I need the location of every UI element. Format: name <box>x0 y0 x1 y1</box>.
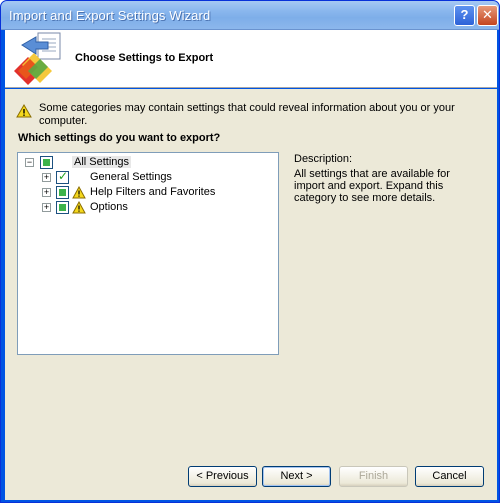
tree-row-all-settings[interactable]: − All Settings <box>18 155 278 170</box>
tree-row-general-settings[interactable]: + ✓ General Settings <box>18 169 278 185</box>
wizard-header: Choose Settings to Export <box>5 30 497 88</box>
window-title: Import and Export Settings Wizard <box>9 8 211 23</box>
description-title: Description: <box>294 153 353 165</box>
cancel-button[interactable]: Cancel <box>415 466 484 487</box>
expand-icon[interactable]: + <box>42 203 51 212</box>
warning-icon <box>72 186 86 199</box>
partial-check-fill <box>43 159 50 166</box>
checkbox-all-settings[interactable] <box>40 156 53 169</box>
checkbox-help-filters[interactable] <box>56 186 69 199</box>
title-bar[interactable]: Import and Export Settings Wizard ? ✕ <box>1 1 499 30</box>
tree-label-general-settings: General Settings <box>90 171 172 183</box>
warning-icon <box>16 104 32 118</box>
next-button[interactable]: Next > <box>262 466 331 487</box>
page-title: Choose Settings to Export <box>75 52 214 64</box>
checkbox-options[interactable] <box>56 201 69 214</box>
help-button[interactable]: ? <box>454 5 475 26</box>
expand-icon[interactable]: + <box>42 173 51 182</box>
tree-row-help-filters[interactable]: + Help Filters and Favorites <box>18 185 278 200</box>
close-button[interactable]: ✕ <box>477 5 498 26</box>
description-text: All settings that are available for impo… <box>294 168 450 204</box>
wizard-window: Import and Export Settings Wizard ? ✕ Ch… <box>0 0 500 503</box>
settings-tree[interactable]: − All Settings + ✓ General Settings + He… <box>17 152 279 355</box>
expand-icon[interactable]: + <box>42 188 51 197</box>
export-question-label: Which settings do you want to export? <box>18 132 221 144</box>
checkmark-icon: ✓ <box>58 169 69 183</box>
tree-label-help-filters: Help Filters and Favorites <box>90 186 216 198</box>
warning-text: Some categories may contain settings tha… <box>39 102 455 127</box>
partial-check-fill <box>59 204 66 211</box>
tree-row-options[interactable]: + Options <box>18 200 278 215</box>
tree-label-all-settings: All Settings <box>72 156 132 168</box>
warning-icon <box>72 201 86 214</box>
previous-button[interactable]: < Previous <box>188 466 257 487</box>
tree-label-options: Options <box>90 201 128 213</box>
finish-button[interactable]: Finish <box>339 466 408 487</box>
wizard-content: Some categories may contain settings tha… <box>5 89 497 500</box>
partial-check-fill <box>59 189 66 196</box>
checkbox-general-settings[interactable]: ✓ <box>56 169 69 184</box>
wizard-logo-icon <box>14 32 61 85</box>
collapse-icon[interactable]: − <box>25 158 34 167</box>
